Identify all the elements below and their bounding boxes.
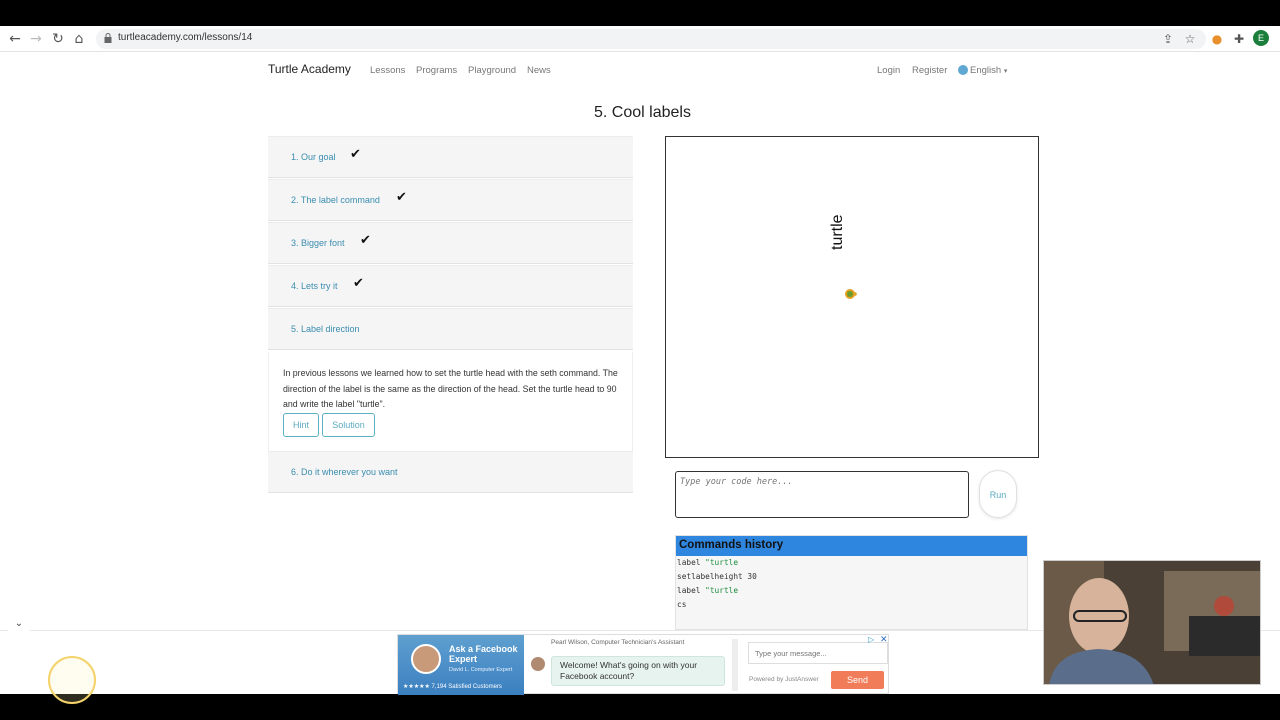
chat-ad[interactable]: Ask a Facebook Expert David L. Computer … xyxy=(397,634,889,695)
screen: ← → ↻ ⌂ turtleacademy.com/lessons/14 ⇪ ☆… xyxy=(0,0,1280,720)
solution-button[interactable]: Solution xyxy=(322,413,375,437)
ad-assistant-header: Pearl Wilson, Computer Technician's Assi… xyxy=(551,639,685,646)
extension-badge-icon[interactable]: ● xyxy=(1209,31,1225,47)
caret-down-icon: ▾ xyxy=(1003,68,1008,75)
commands-history: Commands history label "turtle setlabelh… xyxy=(675,535,1028,630)
brand-link[interactable]: Turtle Academy xyxy=(268,62,351,76)
lesson-step-3[interactable]: 3. Bigger font ✔ xyxy=(268,222,633,264)
language-label: English xyxy=(970,65,1002,76)
language-dropdown[interactable]: English ▾ xyxy=(970,65,1007,76)
history-entry[interactable]: label "turtle xyxy=(676,584,1027,598)
puzzle-icon[interactable]: ✚ xyxy=(1231,31,1247,47)
webcam-feed-image xyxy=(1044,561,1260,684)
top-navigation: Turtle Academy Lessons Programs Playgrou… xyxy=(268,62,1018,82)
step-label[interactable]: 4. Lets try it xyxy=(291,281,338,291)
step-label[interactable]: 5. Label direction xyxy=(291,324,360,334)
nav-playground[interactable]: Playground xyxy=(468,65,516,76)
step-label[interactable]: 1. Our goal xyxy=(291,152,336,162)
check-icon: ✔ xyxy=(350,147,361,162)
history-arg: "turtle xyxy=(705,586,739,595)
history-arg: "turtle xyxy=(705,558,739,567)
lock-icon xyxy=(104,33,112,43)
history-title: Commands history xyxy=(676,536,1027,556)
ad-message-bubble: Welcome! What's going on with your Faceb… xyxy=(551,656,725,686)
collapse-chevron-icon[interactable]: ⌄ xyxy=(8,617,30,631)
history-entry[interactable]: cs xyxy=(676,598,1027,612)
ad-powered-by: Powered by JustAnswer xyxy=(749,676,819,683)
forward-icon[interactable]: → xyxy=(27,30,45,48)
lesson-title: 5. Cool labels xyxy=(594,104,691,121)
ad-rating: ★★★★★ 7,194 Satisfied Customers xyxy=(403,684,502,690)
history-cmd: cs xyxy=(677,600,687,609)
step-label[interactable]: 6. Do it wherever you want xyxy=(291,467,398,477)
bookmark-star-icon[interactable]: ☆ xyxy=(1182,31,1198,47)
ad-title: Ask a Facebook Expert xyxy=(449,644,518,664)
ad-subtitle: David L. Computer Expert xyxy=(449,667,513,673)
lesson-step-1[interactable]: 1. Our goal ✔ xyxy=(268,136,633,178)
check-icon: ✔ xyxy=(360,233,371,248)
lesson-step-5[interactable]: 5. Label direction xyxy=(268,308,633,350)
history-entry[interactable]: label "turtle xyxy=(676,556,1027,570)
history-entry[interactable]: setlabelheight 30 xyxy=(676,570,1027,584)
back-icon[interactable]: ← xyxy=(6,30,24,48)
home-icon[interactable]: ⌂ xyxy=(70,30,88,48)
profile-avatar[interactable]: E xyxy=(1253,30,1269,46)
check-icon: ✔ xyxy=(396,190,407,205)
register-link[interactable]: Register xyxy=(912,65,947,76)
share-icon[interactable]: ⇪ xyxy=(1160,31,1176,47)
expert-avatar xyxy=(411,644,441,674)
nav-programs[interactable]: Programs xyxy=(416,65,457,76)
lesson-step-4[interactable]: 4. Lets try it ✔ xyxy=(268,265,633,307)
canvas-label-text: turtle xyxy=(829,214,846,250)
turtle-icon xyxy=(845,289,857,299)
step-label[interactable]: 2. The label command xyxy=(291,195,380,205)
hint-button[interactable]: Hint xyxy=(283,413,319,437)
login-link[interactable]: Login xyxy=(877,65,900,76)
ad-message-input[interactable] xyxy=(748,642,888,664)
lesson-instructions: In previous lessons we learned how to se… xyxy=(283,368,618,409)
url-text: turtleacademy.com/lessons/14 xyxy=(118,32,253,43)
globe-icon xyxy=(958,65,968,75)
close-icon[interactable]: ✕ xyxy=(880,635,888,645)
history-cmd: setlabelheight 30 xyxy=(677,572,757,581)
code-input[interactable] xyxy=(675,471,969,518)
cursor-highlight xyxy=(48,656,96,704)
assistant-avatar xyxy=(531,657,545,671)
lesson-step-5-body: In previous lessons we learned how to se… xyxy=(268,352,633,452)
history-cmd: label xyxy=(677,558,706,567)
ad-send-button[interactable]: Send xyxy=(831,671,884,689)
step-label[interactable]: 3. Bigger font xyxy=(291,238,345,248)
browser-toolbar: ← → ↻ ⌂ turtleacademy.com/lessons/14 ⇪ ☆… xyxy=(0,26,1280,52)
ad-promo-panel: Ask a Facebook Expert David L. Computer … xyxy=(398,635,524,695)
address-bar[interactable]: turtleacademy.com/lessons/14 xyxy=(96,29,1206,49)
nav-lessons[interactable]: Lessons xyxy=(370,65,405,76)
run-button[interactable]: Run xyxy=(979,470,1017,518)
nav-news[interactable]: News xyxy=(527,65,551,76)
check-icon: ✔ xyxy=(353,276,364,291)
history-cmd: label xyxy=(677,586,706,595)
webcam-overlay xyxy=(1043,560,1261,685)
lesson-step-6[interactable]: 6. Do it wherever you want xyxy=(268,451,633,493)
turtle-canvas[interactable]: turtle xyxy=(665,136,1039,458)
ad-scrollbar[interactable] xyxy=(732,639,738,691)
reload-icon[interactable]: ↻ xyxy=(49,30,67,48)
lesson-step-2[interactable]: 2. The label command ✔ xyxy=(268,179,633,221)
adchoices-icon[interactable]: ▷ xyxy=(868,635,874,644)
